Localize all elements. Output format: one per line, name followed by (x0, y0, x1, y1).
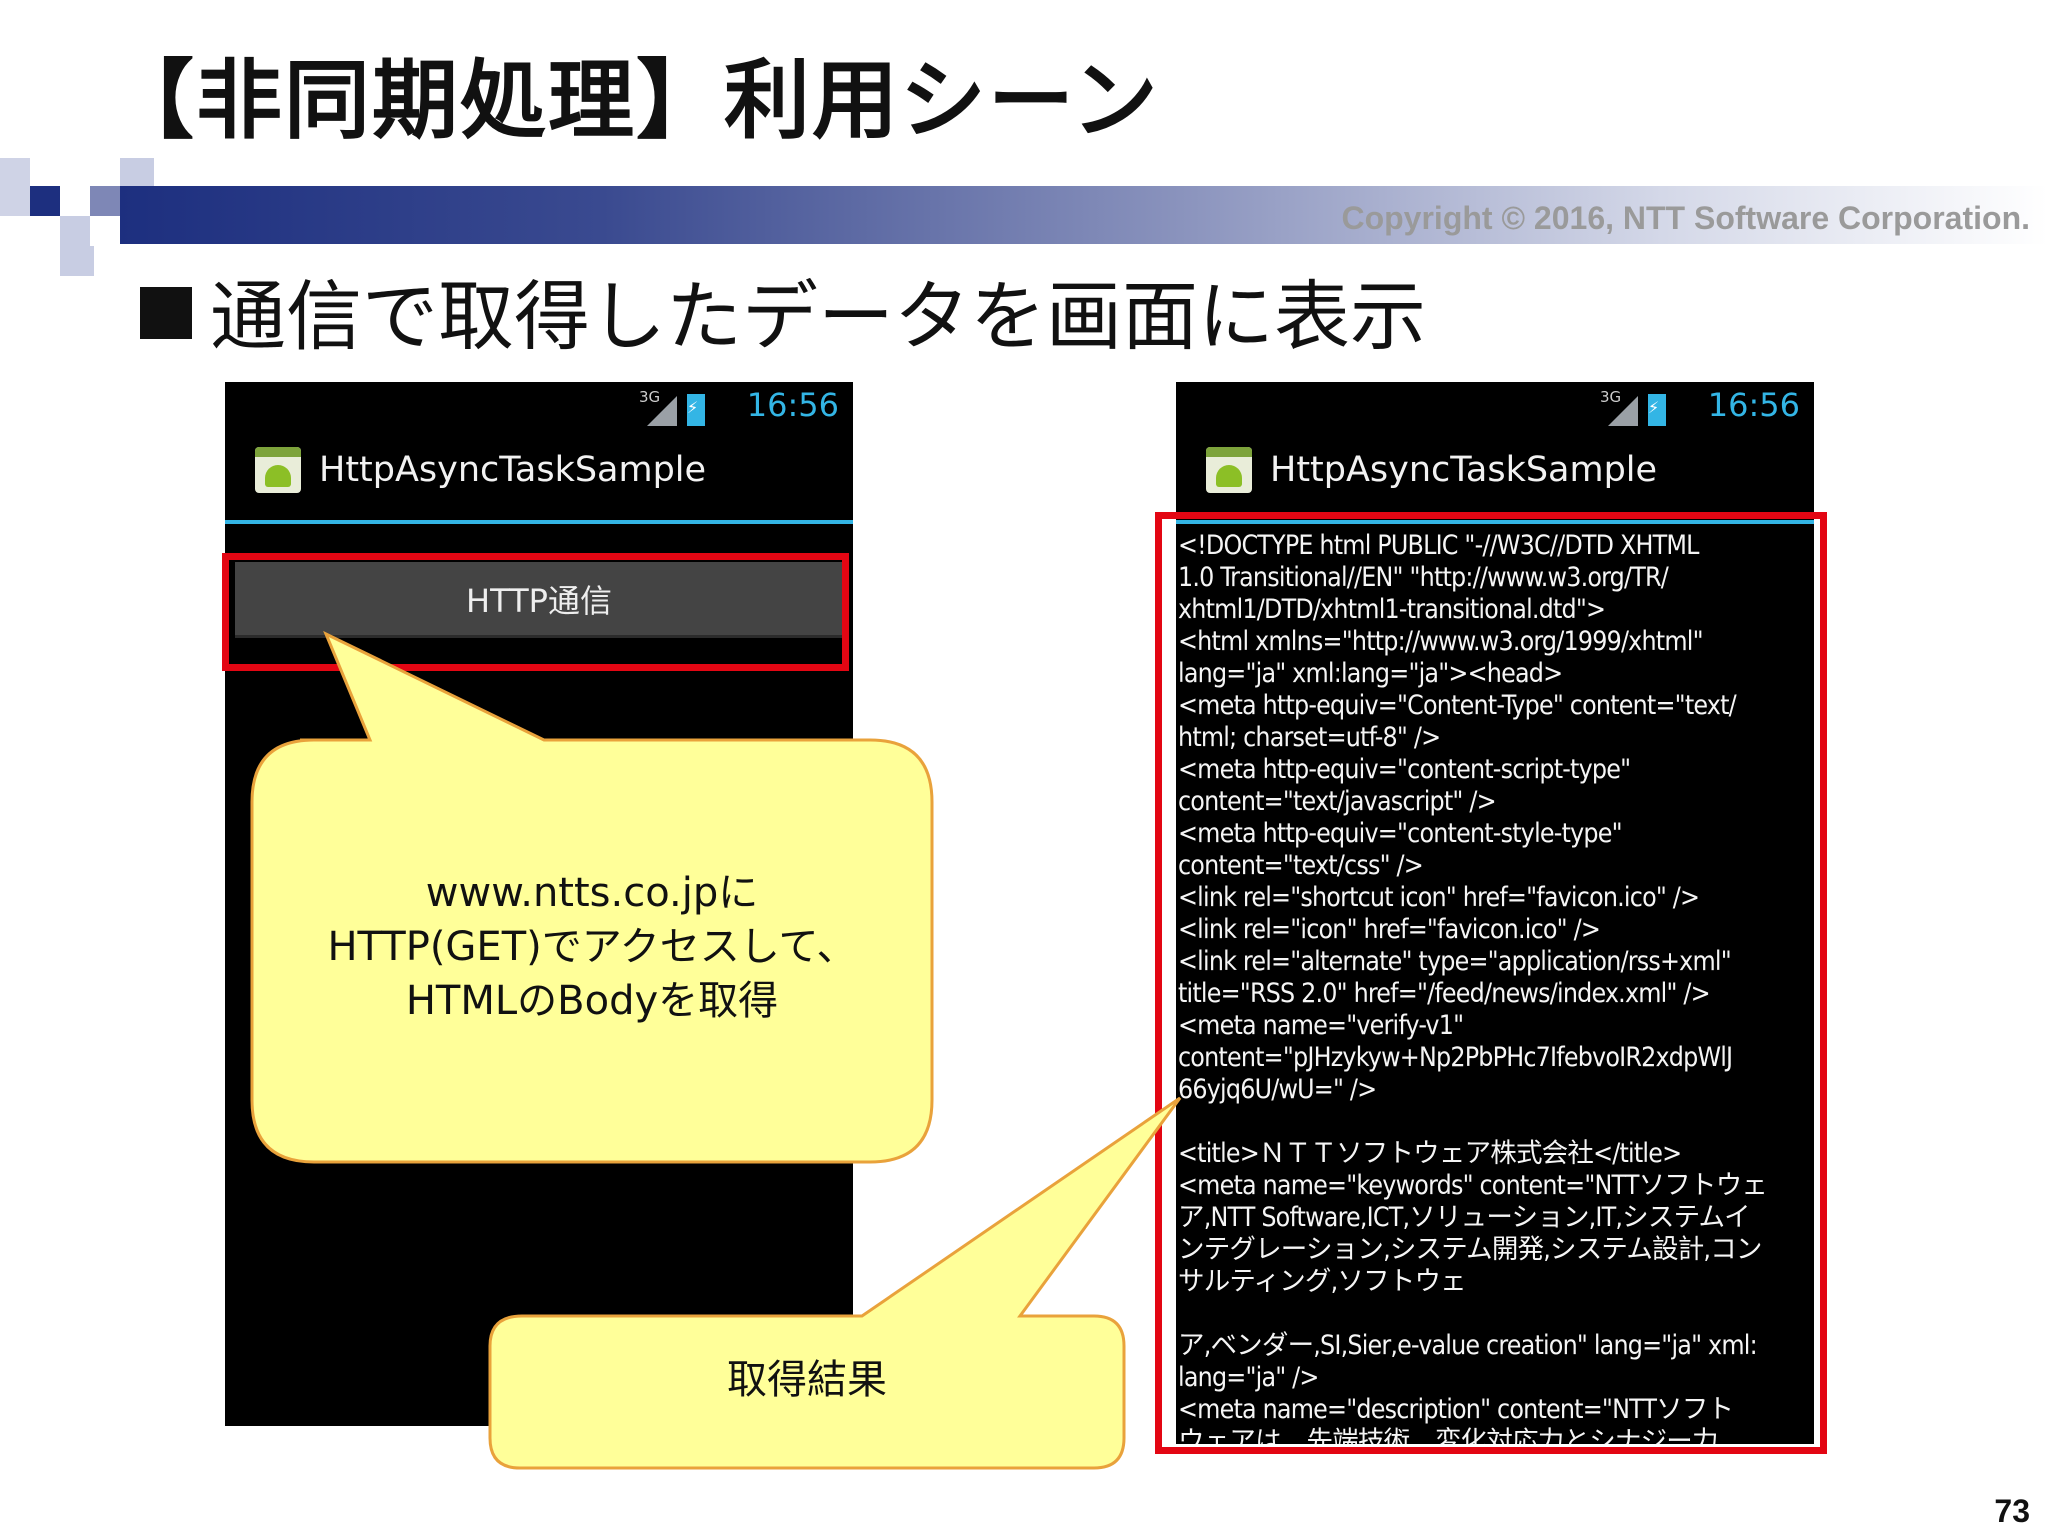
page-number: 73 (1994, 1493, 2030, 1529)
request-callout-line-1: www.ntts.co.jpに (425, 870, 759, 916)
request-callout-line-2: HTTP(GET)でアクセスして、 (327, 924, 857, 970)
callout-bubbles (250, 630, 1182, 1470)
request-callout-line-3: HTMLのBodyを取得 (405, 978, 779, 1024)
result-callout-text: 取得結果 (727, 1357, 887, 1403)
request-callout-text: www.ntts.co.jpに HTTP(GET)でアクセスして、 HTMLのB… (252, 866, 932, 1028)
